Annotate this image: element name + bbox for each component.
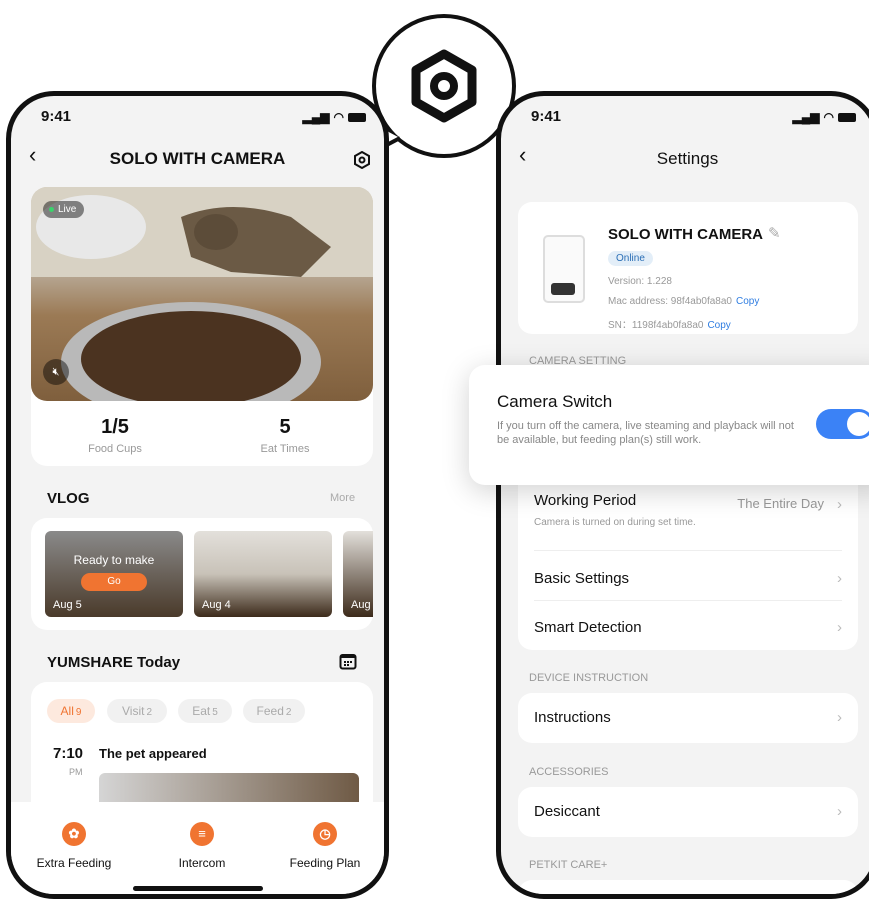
- camera-switch-toggle[interactable]: [816, 409, 869, 439]
- chevron-right-icon: ›: [837, 803, 842, 820]
- row-desiccant[interactable]: Desiccant ›: [534, 803, 842, 820]
- row-working-period[interactable]: Working Period Camera is turned on durin…: [534, 492, 842, 528]
- toggle-knob: [847, 412, 869, 436]
- petkit-care-card: [518, 880, 858, 894]
- eat-times-value: 5: [279, 416, 291, 438]
- microphone-icon: ≡: [190, 822, 214, 846]
- row-smart-detection[interactable]: Smart Detection ›: [534, 619, 842, 636]
- chevron-right-icon: ›: [837, 570, 842, 587]
- food-cups-label: Food Cups: [88, 443, 142, 455]
- vlog-go-button[interactable]: Go: [81, 573, 147, 591]
- vlog-ready-text: Ready to make: [73, 553, 155, 567]
- vlog-thumb[interactable]: Aug: [343, 531, 373, 617]
- device-sn: SN：1198f4ab0fa8a0 Copy: [608, 320, 731, 331]
- device-name: SOLO WITH CAMERA: [608, 226, 763, 243]
- divider: [534, 550, 842, 551]
- cat-image: [31, 187, 373, 401]
- device-mac: Mac address: 98f4ab0fa8a0 Copy: [608, 296, 760, 307]
- calendar-icon[interactable]: [339, 652, 357, 670]
- working-period-value: The Entire Day: [737, 496, 824, 511]
- page-title: Settings: [656, 149, 719, 168]
- petkit-care-label: PETKIT CARE+: [529, 859, 608, 871]
- camera-switch-description: If you turn off the camera, live steamin…: [497, 420, 794, 446]
- clock-on-icon: ◷: [313, 822, 337, 846]
- vlog-thumb[interactable]: Ready to make Go Aug 5: [45, 531, 183, 617]
- page-title: SOLO WITH CAMERA: [109, 149, 286, 168]
- vlog-date: Aug 4: [202, 599, 231, 611]
- event-text: The pet appeared: [99, 746, 207, 761]
- battery-icon: [348, 112, 366, 122]
- camera-switch-title: Camera Switch: [497, 392, 613, 411]
- row-basic-settings[interactable]: Basic Settings ›: [534, 570, 842, 587]
- settings-hex-icon[interactable]: [353, 151, 371, 169]
- instructions-card: Instructions ›: [518, 693, 858, 743]
- copy-mac-link[interactable]: Copy: [736, 296, 759, 307]
- status-badge: Online: [608, 251, 653, 266]
- chevron-right-icon: ›: [837, 496, 842, 513]
- vlog-more-link[interactable]: More: [330, 492, 355, 504]
- signal-icon: ▂▄▆: [302, 110, 330, 124]
- home-indicator: [133, 886, 263, 891]
- yumshare-title: YUMSHARE Today: [47, 654, 181, 671]
- device-info-card: SOLO WITH CAMERA ✎ Online Version: 1.228…: [518, 202, 858, 334]
- edit-icon[interactable]: ✎: [768, 224, 781, 242]
- signal-icon: ▂▄▆: [792, 110, 820, 124]
- tab-intercom[interactable]: ≡ Intercom: [147, 822, 257, 870]
- eat-times-label: Eat Times: [260, 443, 310, 455]
- camera-switch-card: Camera Switch If you turn off the camera…: [469, 365, 869, 485]
- vlog-date: Aug: [351, 599, 371, 611]
- status-time: 9:41: [41, 108, 72, 125]
- status-icons: ▂▄▆ ◠: [793, 110, 856, 124]
- vlog-date: Aug 5: [53, 599, 82, 611]
- vlog-title: VLOG: [47, 490, 90, 507]
- wifi-icon: ◠: [333, 110, 344, 124]
- status-time: 9:41: [531, 108, 562, 125]
- live-video-feed[interactable]: Live 🔇︎: [31, 187, 373, 401]
- chevron-right-icon: ›: [837, 709, 842, 726]
- filter-chip-all[interactable]: All 9: [47, 699, 95, 723]
- accessories-label: ACCESSORIES: [529, 766, 609, 778]
- bottom-action-bar: ✿ Extra Feeding ≡ Intercom ◷ Feeding Pla…: [11, 802, 384, 894]
- live-badge: Live: [43, 201, 85, 218]
- event-period: PM: [69, 767, 83, 777]
- mute-speaker-icon[interactable]: 🔇︎: [43, 359, 69, 385]
- row-instructions[interactable]: Instructions ›: [534, 709, 842, 726]
- vlog-thumb[interactable]: Aug 4: [194, 531, 332, 617]
- device-instruction-label: DEVICE INSTRUCTION: [529, 672, 649, 684]
- status-icons: ▂▄▆ ◠: [303, 110, 366, 124]
- filter-chip-visit[interactable]: Visit 2: [107, 699, 167, 723]
- filter-chip-feed[interactable]: Feed 2: [243, 699, 305, 723]
- chevron-right-icon: ›: [837, 619, 842, 636]
- battery-icon: [838, 112, 856, 122]
- accessories-card: Desiccant ›: [518, 787, 858, 837]
- device-version: Version: 1.228: [608, 276, 672, 287]
- wifi-icon: ◠: [823, 110, 834, 124]
- device-image: [543, 235, 585, 303]
- paw-bowl-icon: ✿: [62, 822, 86, 846]
- copy-sn-link[interactable]: Copy: [707, 320, 730, 331]
- tab-feeding-plan[interactable]: ◷ Feeding Plan: [270, 822, 380, 870]
- food-cups-value: 1/5: [101, 416, 129, 438]
- tab-extra-feeding[interactable]: ✿ Extra Feeding: [19, 822, 129, 870]
- right-phone-frame: 9:41 ▂▄▆ ◠ ‹ Settings SOLO WITH CAMERA ✎…: [496, 91, 869, 899]
- filter-chip-eat[interactable]: Eat 5: [178, 699, 232, 723]
- event-time: 7:10: [53, 745, 84, 762]
- left-phone-frame: 9:41 ▂▄▆ ◠ ‹ SOLO WITH CAMERA Live 🔇︎ 1/…: [6, 91, 389, 899]
- divider: [534, 600, 842, 601]
